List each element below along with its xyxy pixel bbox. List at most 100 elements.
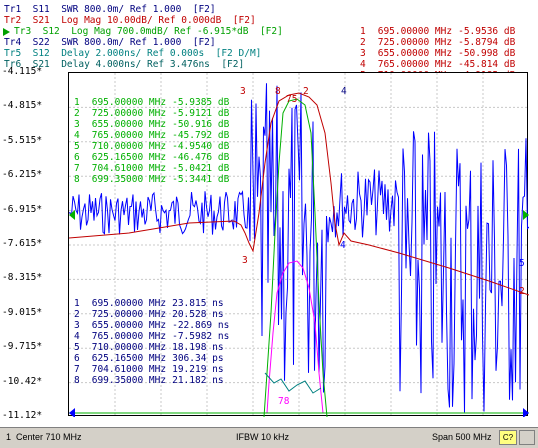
marker-frequency: 655.00000 MHz — [91, 320, 167, 331]
y-axis-label: -6.215* — [2, 169, 43, 181]
ref-arrow-bottom-left-icon — [69, 408, 75, 417]
y-axis-label: -6.915* — [2, 203, 43, 215]
marker-value: -5.3441 dB — [172, 174, 230, 185]
marker-3b-flag[interactable]: 3 — [242, 255, 248, 266]
marker-frequency: 765.00000 MHz — [91, 331, 167, 342]
marker-value: -5.9121 dB — [172, 108, 230, 119]
marker-4-flag[interactable]: 4 — [341, 86, 347, 97]
marker-delay-row: 4 765.00000 MHz -7.5982 ns — [74, 331, 229, 342]
marker-frequency: 625.16500 MHz — [91, 152, 167, 163]
marker-s12-row: 3 655.00000 MHz -50.916 dB — [74, 119, 229, 130]
marker-s21-row: 4 765.00000 MHz -45.814 dB — [360, 59, 515, 70]
marker-delay-row: 3 655.00000 MHz -22.869 ns — [74, 320, 229, 331]
marker-value: -50.916 dB — [172, 119, 230, 130]
trace-1-label[interactable]: Tr1 S11 SWR 800.0m/ Ref 1.000 [F2] — [4, 4, 216, 15]
marker-number: 6 — [74, 152, 80, 163]
y-axis-label: -10.42* — [2, 375, 43, 387]
marker-number: 1 — [74, 97, 80, 108]
marker-delay-row: 2 725.00000 MHz 20.528 ns — [74, 309, 224, 320]
marker-value: 19.219 ns — [172, 364, 224, 375]
marker-bottom-flag[interactable]: 78 — [278, 396, 289, 407]
marker-s21-row: 2 725.00000 MHz -5.8794 dB — [360, 37, 515, 48]
marker-number: 5 — [74, 141, 80, 152]
marker-value: -46.476 dB — [172, 152, 230, 163]
marker-75-flag[interactable]: 75 — [286, 94, 297, 105]
marker-s21-row: 3 655.00000 MHz -50.998 dB — [360, 48, 515, 59]
center-frequency[interactable]: Center 710 MHz — [16, 432, 82, 442]
marker-number: 1 — [360, 26, 366, 37]
marker-delay-row: 5 710.00000 MHz 18.198 ns — [74, 342, 224, 353]
trace-3-label[interactable]: Tr3 S12 Log Mag 700.0mdB/ Ref -6.915*dB … — [14, 26, 283, 37]
marker-frequency: 704.61000 MHz — [91, 163, 167, 174]
marker-value: -22.869 ns — [172, 320, 230, 331]
marker-value: -45.814 dB — [458, 59, 516, 70]
marker-frequency: 695.00000 MHz — [91, 298, 167, 309]
marker-value: 21.182 ns — [172, 375, 224, 386]
marker-value: -45.792 dB — [172, 130, 230, 141]
marker-frequency: 765.00000 MHz — [91, 130, 167, 141]
marker-frequency: 699.35000 MHz — [91, 174, 167, 185]
channel-number[interactable]: 1 — [6, 432, 11, 442]
marker-number: 4 — [360, 59, 366, 70]
marker-3-flag[interactable]: 3 — [240, 86, 246, 97]
marker-frequency: 725.00000 MHz — [377, 37, 453, 48]
y-axis-label: -4.815* — [2, 100, 43, 112]
marker-s12-row: 4 765.00000 MHz -45.792 dB — [74, 130, 229, 141]
calibration-status-badge[interactable]: C? — [499, 430, 517, 445]
marker-value: 306.34 ps — [172, 353, 224, 364]
marker-value: 23.815 ns — [172, 298, 224, 309]
marker-frequency: 704.61000 MHz — [91, 364, 167, 375]
marker-frequency: 710.00000 MHz — [91, 141, 167, 152]
status-menu-button[interactable] — [519, 430, 535, 445]
y-axis-label: -7.615* — [2, 238, 43, 249]
marker-number: 4 — [74, 331, 80, 342]
marker-number: 7 — [74, 163, 80, 174]
y-axis-label: -11.12* — [2, 410, 43, 421]
marker-frequency: 725.00000 MHz — [91, 108, 167, 119]
marker-delay-row: 7 704.61000 MHz 19.219 ns — [74, 364, 224, 375]
marker-number: 3 — [360, 48, 366, 59]
marker-number: 1 — [74, 298, 80, 309]
marker-value: -7.5982 ns — [172, 331, 230, 342]
marker-value: 18.198 ns — [172, 342, 224, 353]
marker-frequency: 725.00000 MHz — [91, 309, 167, 320]
marker-s12-row: 7 704.61000 MHz -5.0421 dB — [74, 163, 229, 174]
marker-number: 6 — [74, 353, 80, 364]
marker-frequency: 695.00000 MHz — [377, 26, 453, 37]
marker-number: 7 — [74, 364, 80, 375]
status-bar: 1 Center 710 MHz IFBW 10 kHz Span 500 MH… — [0, 427, 538, 448]
marker-2-flag[interactable]: 2 — [303, 86, 309, 97]
marker-number: 5 — [74, 342, 80, 353]
marker-frequency: 765.00000 MHz — [377, 59, 453, 70]
marker-frequency: 699.35000 MHz — [91, 375, 167, 386]
active-trace-arrow-icon — [3, 28, 10, 36]
marker-value: -5.0421 dB — [172, 163, 230, 174]
marker-number: 8 — [74, 375, 80, 386]
marker-number: 3 — [74, 320, 80, 331]
marker-4b-flag[interactable]: 4 — [340, 240, 346, 251]
marker-number: 3 — [74, 119, 80, 130]
marker-s21-row: 1 695.00000 MHz -5.9536 dB — [360, 26, 515, 37]
marker-number: 2 — [360, 37, 366, 48]
trace-4-label[interactable]: Tr4 S22 SWR 800.0m/ Ref 1.000 [F2] — [4, 37, 216, 48]
ref-arrow-right-icon — [523, 210, 529, 220]
marker-delay-row: 6 625.16500 MHz 306.34 ps — [74, 353, 224, 364]
marker-2b-flag[interactable]: 2 — [519, 286, 525, 297]
marker-frequency: 625.16500 MHz — [91, 353, 167, 364]
marker-frequency: 655.00000 MHz — [377, 48, 453, 59]
y-axis-label: -9.715* — [2, 341, 43, 353]
marker-value: -50.998 dB — [458, 48, 516, 59]
ifbw-setting[interactable]: IFBW 10 kHz — [236, 432, 289, 442]
marker-s12-row: 5 710.00000 MHz -4.9540 dB — [74, 141, 229, 152]
marker-number: 8 — [74, 174, 80, 185]
trace-5-label[interactable]: Tr5 S12 Delay 2.000ns/ Ref 0.000s [F2 D/… — [4, 48, 261, 59]
marker-5-flag[interactable]: 5 — [519, 258, 525, 269]
span-setting[interactable]: Span 500 MHz — [432, 432, 492, 442]
y-axis-label: -8.315* — [2, 272, 43, 284]
marker-frequency: 655.00000 MHz — [91, 119, 167, 130]
y-axis-label: -9.015* — [2, 306, 43, 318]
marker-value: -5.9536 dB — [458, 26, 516, 37]
marker-label-top[interactable]: 8 — [275, 86, 281, 97]
trace-2-label[interactable]: Tr2 S21 Log Mag 10.00dB/ Ref 0.000dB [F2… — [4, 15, 256, 26]
y-axis-label: -4.115* — [2, 66, 43, 77]
